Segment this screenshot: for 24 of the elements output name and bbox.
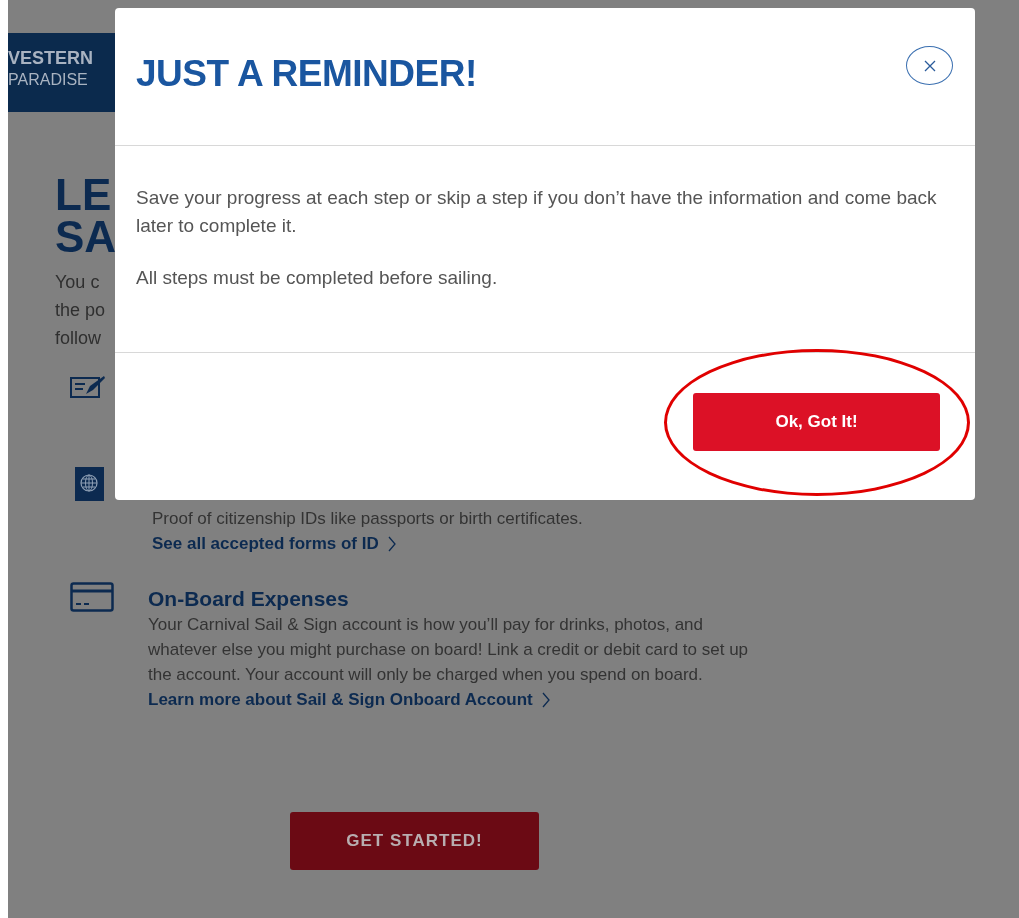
chevron-icon bbox=[540, 690, 551, 709]
intro-text: follow bbox=[55, 327, 102, 350]
dialog-message: Save your progress at each step or skip a step if you don’t have the information and come back later to complete it. bbox=[136, 186, 938, 238]
intro-text: the po bbox=[55, 299, 106, 322]
section-title: On-Board Expenses bbox=[148, 586, 349, 612]
dialog-title: JUST A REMINDER! bbox=[136, 52, 477, 96]
credit-card-icon bbox=[70, 582, 114, 612]
section-link[interactable]: Learn more about Sail & Sign Onboard Account bbox=[148, 687, 551, 712]
ok-button[interactable]: Ok, Got It! bbox=[693, 393, 940, 451]
headline: LE bbox=[55, 174, 112, 216]
brand-text: VESTERN bbox=[8, 48, 95, 69]
headline: SA bbox=[55, 216, 117, 258]
dialog-message: All steps must be completed before sailing. bbox=[136, 266, 499, 290]
passport-icon bbox=[74, 466, 106, 502]
brand-text: PARADISE bbox=[8, 70, 89, 90]
section-description: Proof of citizenship IDs like passports or birth certificates. bbox=[152, 508, 584, 530]
form-icon bbox=[70, 374, 106, 398]
close-icon bbox=[922, 58, 937, 73]
get-started-button[interactable]: GET STARTED! bbox=[290, 812, 539, 870]
section-description: Your Carnival Sail & Sign account is how you’ll pay for drinks, photos, and whatever else you might purchase on board! Link a credit or debit card to set up the account. Your account will only be charged when you spend on board. bbox=[148, 614, 750, 686]
intro-text: You c bbox=[55, 271, 100, 294]
section-link[interactable]: See all accepted forms of ID bbox=[152, 531, 397, 556]
chevron-icon bbox=[386, 534, 397, 553]
close-button[interactable] bbox=[906, 46, 953, 85]
